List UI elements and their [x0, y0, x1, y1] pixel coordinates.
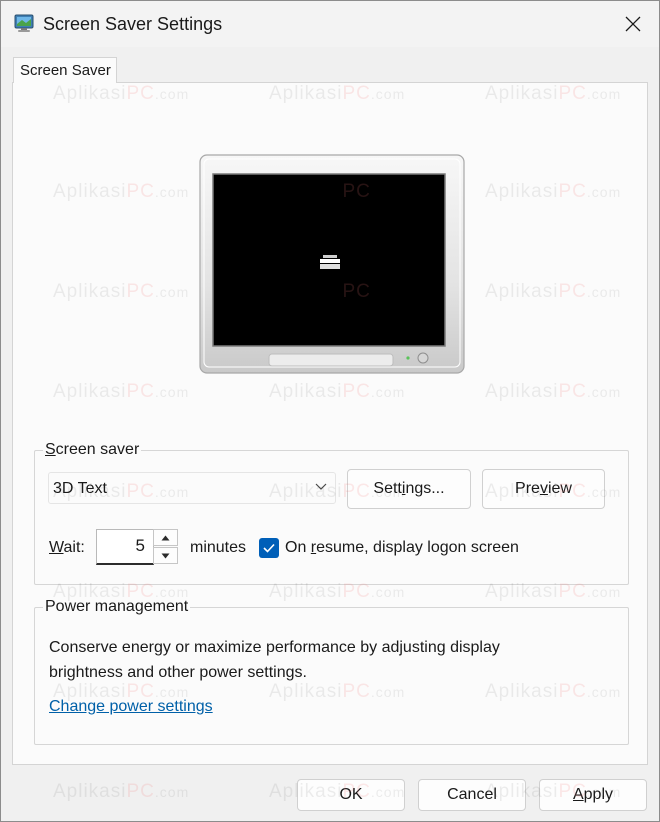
screen-saver-group-label-rest: creen saver [55, 441, 140, 458]
apply-button[interactable]: Apply [539, 779, 647, 811]
power-description: Conserve energy or maximize performance … [49, 639, 500, 681]
screen-saver-group-label: Screen saver [43, 441, 142, 459]
3d-text-glyph-icon [320, 255, 340, 269]
wait-spinner [153, 529, 178, 565]
tab-screen-saver[interactable]: Screen Saver [13, 57, 117, 83]
close-button[interactable] [607, 1, 659, 47]
minutes-label: minutes [190, 539, 247, 556]
wait-label: Wait: [49, 539, 85, 556]
wait-minutes-input[interactable]: 5 [96, 529, 154, 565]
monitor-preview [199, 154, 465, 374]
chevron-up-icon [161, 535, 170, 540]
checkmark-icon [263, 543, 275, 553]
watermark-text: AplikasiPC.com [53, 781, 190, 802]
preview-button[interactable]: Pre v iew [482, 469, 605, 509]
spin-up-button[interactable] [153, 529, 178, 546]
resume-logon-label[interactable]: On resume, display logon screen [285, 539, 519, 557]
chevron-down-icon [161, 553, 170, 558]
settings-button[interactable]: Sett i ngs... [347, 469, 471, 509]
screensaver-select-value: 3D Text [53, 480, 107, 497]
change-power-settings-link[interactable]: Change power settings [49, 698, 213, 716]
spin-down-button[interactable] [153, 547, 178, 564]
title-bar: Screen Saver Settings [1, 1, 659, 47]
display-settings-icon [13, 12, 35, 34]
close-icon [625, 16, 641, 32]
window-title: Screen Saver Settings [43, 14, 223, 34]
screensaver-select[interactable]: 3D Text [48, 472, 336, 504]
ok-button[interactable]: OK [297, 779, 405, 811]
tab-screen-saver-label: Screen Saver [20, 62, 111, 79]
cancel-button[interactable]: Cancel [418, 779, 526, 811]
screen-saver-settings-window: Screen Saver Settings Screen Saver Scree… [0, 0, 660, 822]
power-management-group-label: Power management [43, 598, 191, 616]
chevron-down-icon [315, 483, 327, 490]
resume-logon-checkbox[interactable] [259, 538, 279, 558]
